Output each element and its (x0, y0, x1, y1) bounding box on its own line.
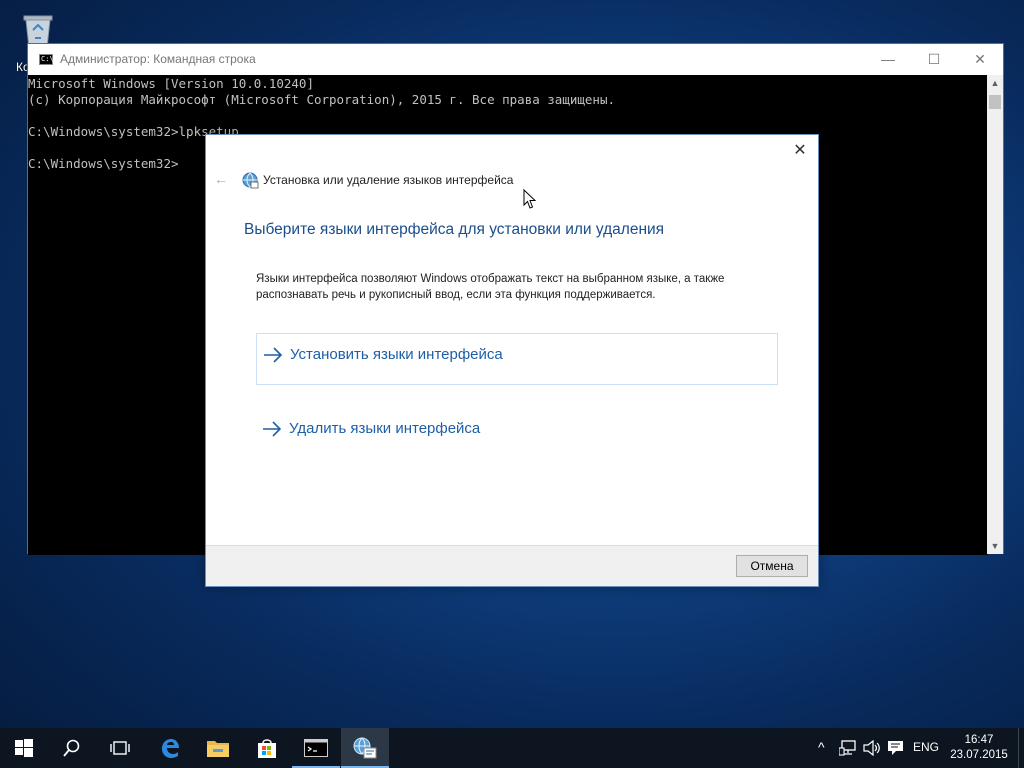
edge-icon (162, 739, 179, 758)
language-setup-dialog: ✕ ← Установка или удаление языков интерф… (205, 134, 819, 587)
language-globe-icon (242, 172, 259, 189)
action-center-icon[interactable] (887, 740, 904, 756)
scrollbar-thumb[interactable] (989, 95, 1001, 109)
window-title: Администратор: Командная строка (60, 52, 256, 66)
store-icon (258, 739, 276, 758)
vertical-scrollbar[interactable]: ▲ ▼ (987, 75, 1003, 554)
dialog-breadcrumb: Установка или удаление языков интерфейса (263, 173, 514, 187)
start-button[interactable] (0, 728, 48, 768)
back-arrow-icon[interactable]: ← (214, 171, 228, 187)
maximize-button[interactable]: ☐ (911, 44, 957, 75)
command-prompt-button[interactable] (292, 728, 340, 768)
dialog-footer: Отмена (206, 545, 818, 586)
clock-date: 23.07.2015 (950, 749, 1008, 761)
arrow-right-icon (264, 347, 283, 363)
dialog-heading: Выберите языки интерфейса для установки … (244, 221, 665, 238)
input-language-indicator[interactable]: ENG (913, 740, 939, 754)
console-icon: C:\_ (39, 54, 58, 65)
windows-logo-icon (15, 739, 33, 757)
search-button[interactable] (48, 728, 96, 768)
console-icon (304, 739, 328, 757)
edge-button[interactable] (146, 728, 194, 768)
taskbar: ^ ENG 16:47 23.07.2015 (0, 728, 1024, 768)
search-icon (63, 739, 80, 757)
title-bar[interactable]: C:\_ Администратор: Командная строка — ☐… (28, 44, 1003, 75)
mouse-cursor-icon (523, 189, 537, 209)
folder-icon (207, 741, 229, 757)
clock[interactable]: 16:47 23.07.2015 (948, 733, 1010, 763)
cancel-button[interactable]: Отмена (736, 555, 808, 577)
install-languages-label: Установить языки интерфейса (290, 346, 503, 363)
clock-time: 16:47 (964, 734, 994, 746)
language-setup-button[interactable] (341, 728, 389, 768)
console-line: (c) Корпорация Майкрософт (Microsoft Cor… (28, 92, 615, 107)
task-view-button[interactable] (96, 728, 144, 768)
scroll-down-icon[interactable]: ▼ (987, 538, 1003, 554)
arrow-right-icon (263, 421, 282, 437)
remove-languages-label: Удалить языки интерфейса (289, 420, 481, 437)
close-button[interactable]: ✕ (957, 44, 1003, 75)
scroll-up-icon[interactable]: ▲ (987, 75, 1003, 91)
language-setup-icon (353, 737, 377, 759)
minimize-button[interactable]: — (865, 44, 911, 75)
file-explorer-button[interactable] (194, 728, 242, 768)
show-desktop-button[interactable] (1018, 728, 1024, 768)
console-line: Microsoft Windows [Version 10.0.10240] (28, 76, 314, 91)
task-view-icon (110, 741, 130, 755)
install-languages-option[interactable]: Установить языки интерфейса (256, 333, 778, 385)
dialog-description: Языки интерфейса позволяют Windows отобр… (256, 273, 725, 301)
show-hidden-icons-chevron[interactable]: ^ (818, 739, 825, 755)
volume-icon[interactable] (863, 740, 881, 756)
network-icon[interactable] (839, 740, 857, 756)
store-button[interactable] (243, 728, 291, 768)
remove-languages-option[interactable]: Удалить языки интерфейса (256, 408, 778, 460)
dialog-close-button[interactable]: ✕ (790, 141, 810, 161)
